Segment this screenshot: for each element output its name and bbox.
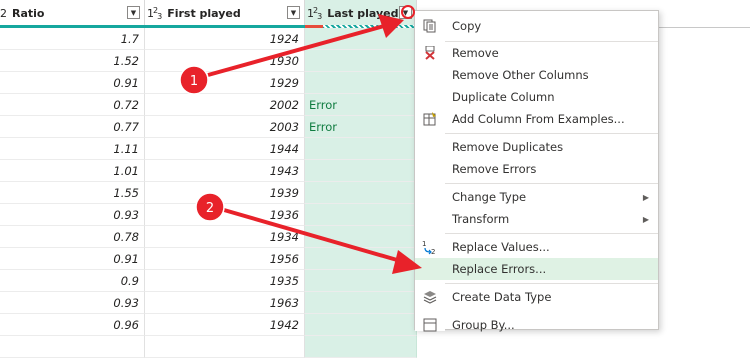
cell-last-played[interactable] (305, 226, 417, 248)
menu-item-remove[interactable]: Remove (415, 42, 658, 64)
column-header-ratio[interactable]: 2 Ratio ▼ (0, 0, 145, 27)
cell-first-played[interactable] (145, 336, 305, 358)
cell-last-played[interactable] (305, 182, 417, 204)
menu-item-replace-errors[interactable]: Replace Errors... (415, 258, 658, 280)
menu-item-duplicate-column[interactable]: Duplicate Column (415, 86, 658, 108)
whole-number-type-icon[interactable]: 123 (307, 6, 322, 21)
menu-item-label: Change Type (452, 190, 527, 204)
menu-item-transform[interactable]: Transform ▶ (415, 208, 658, 230)
cell-first-played[interactable]: 1930 (145, 50, 305, 72)
add-column-examples-icon (422, 111, 438, 127)
menu-item-create-data-type[interactable]: Create Data Type (415, 286, 658, 308)
menu-separator (445, 183, 658, 184)
menu-item-label: Replace Errors... (452, 262, 547, 276)
cell-ratio[interactable]: 1.01 (0, 160, 145, 182)
cell-ratio[interactable]: 0.93 (0, 292, 145, 314)
menu-item-label: Remove (452, 46, 499, 60)
menu-item-copy[interactable]: Copy (415, 15, 658, 37)
cell-last-played[interactable] (305, 204, 417, 226)
menu-item-label: Transform (452, 212, 510, 226)
cell-first-played[interactable]: 1934 (145, 226, 305, 248)
menu-item-label: Replace Values... (452, 240, 550, 254)
cell-last-played[interactable] (305, 270, 417, 292)
menu-item-label: Copy (452, 19, 482, 33)
column-header-first-played[interactable]: 123 First played ▼ (145, 0, 305, 27)
cell-ratio[interactable]: 0.77 (0, 116, 145, 138)
replace-values-icon: 12 (422, 239, 438, 255)
cell-first-played[interactable]: 1956 (145, 248, 305, 270)
cell-first-played[interactable]: 1929 (145, 72, 305, 94)
menu-item-replace-values[interactable]: 12 Replace Values... (415, 236, 658, 258)
group-by-icon (422, 317, 438, 333)
cell-ratio[interactable]: 0.9 (0, 270, 145, 292)
menu-item-label: Remove Duplicates (452, 140, 564, 154)
cell-last-played[interactable] (305, 72, 417, 94)
cell-last-played[interactable] (305, 248, 417, 270)
cell-ratio[interactable]: 0.91 (0, 72, 145, 94)
remove-column-icon (422, 45, 438, 61)
cell-ratio[interactable]: 1.11 (0, 138, 145, 160)
decimal-type-icon[interactable]: 2 (0, 7, 7, 20)
cell-first-played[interactable]: 1963 (145, 292, 305, 314)
menu-separator (445, 233, 658, 234)
column-name-first-played: First played (167, 7, 241, 20)
cell-last-played[interactable]: Error (305, 94, 417, 116)
copy-icon (422, 18, 438, 34)
menu-item-label: Create Data Type (452, 290, 552, 304)
cell-first-played[interactable]: 1943 (145, 160, 305, 182)
menu-separator (445, 133, 658, 134)
cell-first-played[interactable]: 1935 (145, 270, 305, 292)
menu-item-add-column-from-examples[interactable]: Add Column From Examples... (415, 108, 658, 130)
cell-ratio[interactable] (0, 336, 145, 358)
cell-ratio[interactable]: 0.93 (0, 204, 145, 226)
cell-first-played[interactable]: 1939 (145, 182, 305, 204)
whole-number-type-icon[interactable]: 123 (147, 6, 162, 21)
menu-item-label: Group By... (452, 318, 515, 332)
svg-text:2: 2 (431, 248, 435, 255)
column-name-ratio: Ratio (12, 7, 45, 20)
submenu-arrow-icon: ▶ (642, 192, 649, 202)
filter-dropdown-icon[interactable]: ▼ (287, 6, 300, 19)
menu-item-remove-other-columns[interactable]: Remove Other Columns (415, 64, 658, 86)
data-type-stack-icon (422, 289, 438, 305)
svg-text:1: 1 (422, 240, 426, 248)
menu-item-change-type[interactable]: Change Type ▶ (415, 186, 658, 208)
cell-first-played[interactable]: 2002 (145, 94, 305, 116)
cell-last-played[interactable] (305, 50, 417, 72)
menu-item-remove-duplicates[interactable]: Remove Duplicates (415, 136, 658, 158)
cell-last-played[interactable] (305, 292, 417, 314)
menu-separator (445, 283, 658, 284)
cell-ratio[interactable]: 0.96 (0, 314, 145, 336)
menu-item-label: Duplicate Column (452, 90, 555, 104)
cell-first-played[interactable]: 2003 (145, 116, 305, 138)
menu-item-label: Add Column From Examples... (452, 112, 625, 126)
cell-last-played[interactable]: Error (305, 116, 417, 138)
cell-first-played[interactable]: 1924 (145, 28, 305, 50)
cell-last-played[interactable] (305, 314, 417, 336)
cell-first-played[interactable]: 1936 (145, 204, 305, 226)
column-name-last-played: Last played (327, 7, 399, 20)
cell-ratio[interactable]: 1.55 (0, 182, 145, 204)
filter-dropdown-icon[interactable]: ▼ (127, 6, 140, 19)
cell-first-played[interactable]: 1942 (145, 314, 305, 336)
filter-dropdown-icon[interactable]: ▼ (399, 6, 412, 19)
cell-last-played[interactable] (305, 28, 417, 50)
cell-ratio[interactable]: 0.91 (0, 248, 145, 270)
cell-ratio[interactable]: 1.7 (0, 28, 145, 50)
menu-item-label: Remove Errors (452, 162, 537, 176)
submenu-arrow-icon: ▶ (642, 214, 649, 224)
cell-ratio[interactable]: 0.78 (0, 226, 145, 248)
menu-item-label: Remove Other Columns (452, 68, 589, 82)
cell-ratio[interactable]: 0.72 (0, 94, 145, 116)
column-header-last-played[interactable]: 123 Last played ▼ (305, 0, 417, 27)
cell-last-played[interactable] (305, 336, 417, 358)
cell-ratio[interactable]: 1.52 (0, 50, 145, 72)
cell-last-played[interactable] (305, 138, 417, 160)
menu-item-group-by[interactable]: Group By... (415, 314, 658, 336)
cell-first-played[interactable]: 1944 (145, 138, 305, 160)
menu-item-remove-errors[interactable]: Remove Errors (415, 158, 658, 180)
table-row (0, 336, 750, 358)
column-context-menu: Copy Remove Remove Other Columns Duplica… (414, 10, 659, 332)
cell-last-played[interactable] (305, 160, 417, 182)
